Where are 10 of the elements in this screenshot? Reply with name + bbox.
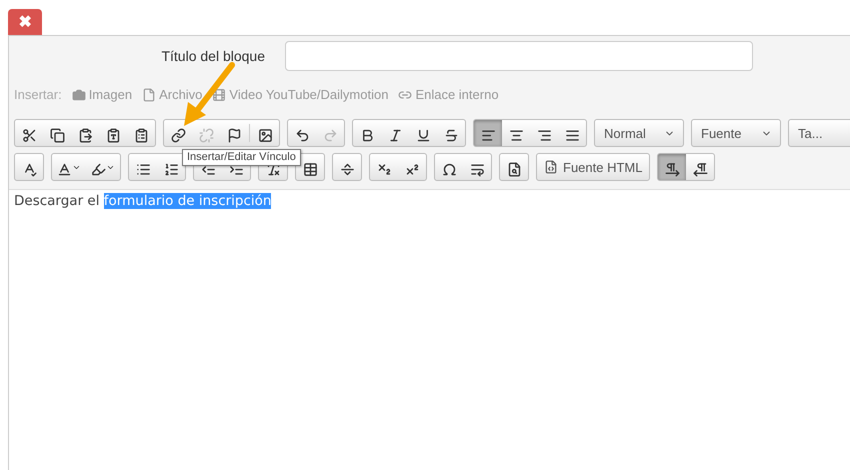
source-button[interactable]: Fuente HTML bbox=[537, 154, 650, 180]
tooltip: Insertar/Editar Vínculo bbox=[182, 149, 301, 166]
editor-text: Descargar el formulario de inscripción bbox=[14, 193, 272, 209]
close-button[interactable]: ✖ bbox=[8, 9, 42, 35]
title-label: Título del bloque bbox=[160, 48, 266, 64]
editor-area[interactable]: Descargar el formulario de inscripción bbox=[9, 189, 850, 470]
format-dropdown[interactable]: Fuente bbox=[692, 120, 780, 146]
insert-label: Insertar: bbox=[14, 87, 62, 102]
format-dropdown[interactable]: Normal bbox=[595, 120, 683, 146]
format-dropdown[interactable]: Ta... bbox=[789, 120, 850, 146]
